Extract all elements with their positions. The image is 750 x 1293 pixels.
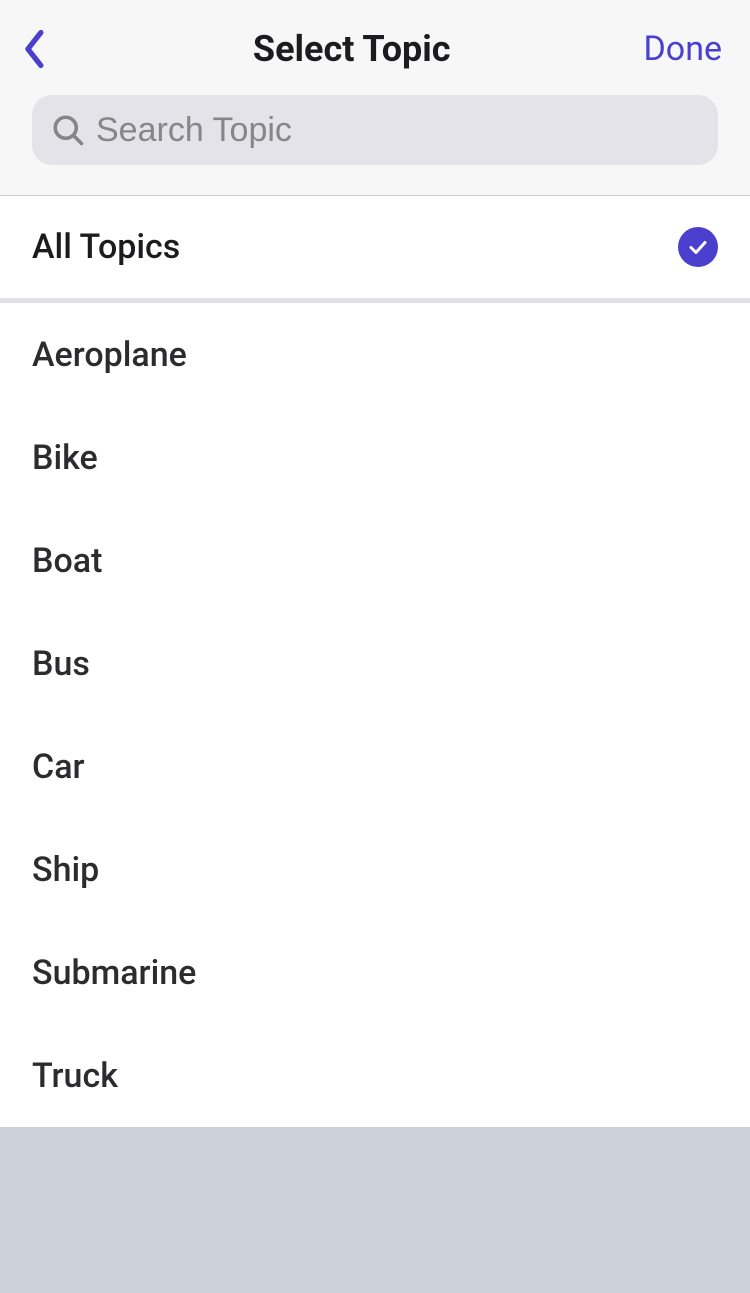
topic-item[interactable]: Ship: [0, 818, 750, 921]
search-icon: [50, 112, 86, 148]
topic-label: Submarine: [32, 953, 196, 993]
all-topics-row[interactable]: All Topics: [0, 196, 750, 298]
topic-label: Ship: [32, 850, 99, 890]
header-area: Select Topic Done: [0, 0, 750, 195]
topic-item[interactable]: Aeroplane: [0, 303, 750, 406]
topic-item[interactable]: Boat: [0, 509, 750, 612]
topic-label: Car: [32, 747, 85, 787]
check-icon: [686, 235, 710, 259]
topic-item[interactable]: Truck: [0, 1024, 750, 1127]
done-button[interactable]: Done: [643, 29, 722, 69]
topic-item[interactable]: Car: [0, 715, 750, 818]
topic-label: Bus: [32, 644, 90, 684]
topic-list: Aeroplane Bike Boat Bus Car Ship Submari…: [0, 303, 750, 1127]
topic-item[interactable]: Submarine: [0, 921, 750, 1024]
navbar: Select Topic Done: [0, 18, 750, 80]
topic-label: Bike: [32, 438, 98, 478]
topic-label: Truck: [32, 1056, 118, 1096]
selected-indicator: [678, 227, 718, 267]
search-bar[interactable]: [32, 95, 718, 165]
topic-label: Aeroplane: [32, 335, 187, 375]
topic-label: Boat: [32, 541, 102, 581]
topic-item[interactable]: Bus: [0, 612, 750, 715]
topic-item[interactable]: Bike: [0, 406, 750, 509]
search-input[interactable]: [96, 111, 700, 150]
chevron-left-icon: [21, 29, 49, 69]
search-container: [0, 80, 750, 195]
back-button[interactable]: [10, 24, 60, 74]
all-topics-label: All Topics: [32, 227, 180, 267]
page-title: Select Topic: [60, 28, 643, 70]
